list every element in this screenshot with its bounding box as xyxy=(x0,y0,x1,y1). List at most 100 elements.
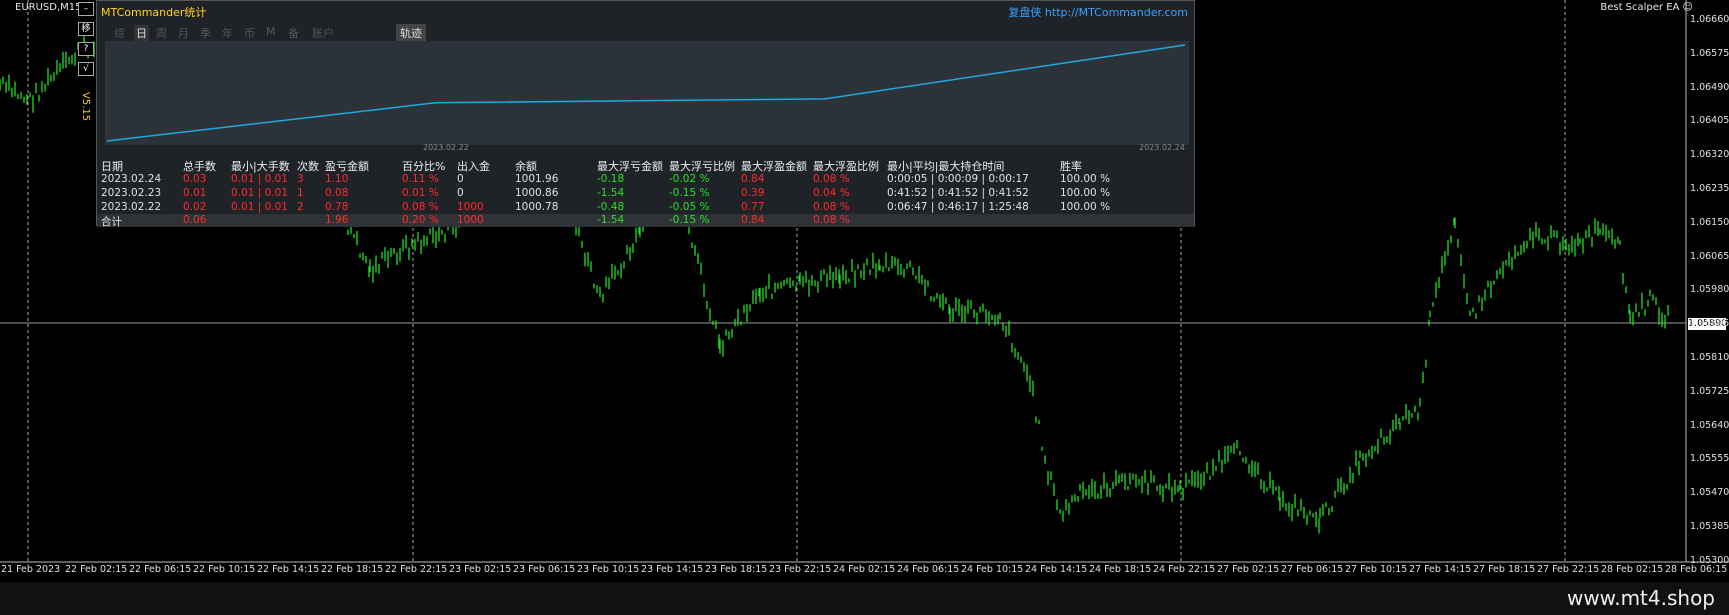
table-cell: 0 xyxy=(457,187,464,199)
price-tick-label: 1.05725 xyxy=(1690,385,1729,397)
table-cell: 2023.02.24 xyxy=(101,173,162,185)
time-tick-label: 24 Feb 10:15 xyxy=(961,564,1024,575)
tab-month[interactable]: 月 xyxy=(178,25,189,41)
table-cell: 100.00 % xyxy=(1060,201,1111,213)
table-row: 2023.02.23 0.01 0.01 | 0.01 1 0.08 0.01 % 0 100… xyxy=(97,187,1194,201)
price-tick-label: 1.05640 xyxy=(1690,419,1729,431)
price-tick-label: 1.05895 xyxy=(1690,318,1729,330)
price-tick-label: 1.06320 xyxy=(1690,149,1729,161)
tab-week[interactable]: 周 xyxy=(156,25,167,41)
time-tick-label: 24 Feb 14:15 xyxy=(1025,564,1088,575)
price-tick-label: 1.05555 xyxy=(1690,453,1729,465)
table-cell: 2023.02.22 xyxy=(101,201,162,213)
time-tick-label: 27 Feb 02:15 xyxy=(1217,564,1280,575)
move-button[interactable]: 移 xyxy=(78,22,94,36)
table-cell: 0:06:47 | 0:46:17 | 1:25:48 xyxy=(887,201,1029,213)
table-cell: 0.08 % xyxy=(813,173,850,185)
equity-line xyxy=(106,44,1186,142)
table-cell: -0.02 % xyxy=(669,173,710,185)
time-tick-label: 21 Feb 2023 xyxy=(1,564,61,575)
table-cell: 100.00 % xyxy=(1060,173,1111,185)
graph-date-start: 2023.02.22 xyxy=(423,143,469,152)
help-button[interactable]: ? xyxy=(78,42,94,56)
table-total-cell: -1.54 xyxy=(597,214,625,226)
time-tick-label: 24 Feb 06:15 xyxy=(897,564,960,575)
time-tick-label: 23 Feb 22:15 xyxy=(769,564,832,575)
time-tick-label: 23 Feb 06:15 xyxy=(513,564,576,575)
time-tick-label: 22 Feb 10:15 xyxy=(193,564,256,575)
table-header-cell: 最大浮亏比例 xyxy=(669,160,735,173)
table-cell: 0.08 % xyxy=(813,201,850,213)
table-header-cell: 总手数 xyxy=(183,160,216,173)
table-cell: 100.00 % xyxy=(1060,187,1111,199)
panel-title: MTCommander统计 xyxy=(101,6,207,19)
table-header-cell: 最大浮盈比例 xyxy=(813,160,879,173)
table-header-cell: 日期 xyxy=(101,160,123,173)
table-cell: 1000.78 xyxy=(515,201,559,213)
table-cell: 0.01 | 0.01 xyxy=(231,187,288,199)
table-cell: 1000 xyxy=(457,201,484,213)
tab-track[interactable]: 轨迹 xyxy=(396,24,426,42)
table-total-cell: 0.06 xyxy=(183,214,207,226)
table-cell: -0.18 xyxy=(597,173,625,185)
table-cell: 0.77 xyxy=(741,201,765,213)
tab-day[interactable]: 日 xyxy=(134,25,149,41)
footer-bar: www.mt4.shop xyxy=(0,582,1729,615)
tab-magic[interactable]: M xyxy=(266,25,276,38)
website-link[interactable]: 复盘侠 http://MTCommander.com xyxy=(1008,4,1188,20)
table-cell: 2 xyxy=(297,201,304,213)
price-tick-label: 1.06150 xyxy=(1690,216,1729,228)
minimize-button[interactable]: – xyxy=(78,2,94,16)
table-cell: 1.10 xyxy=(325,173,349,185)
price-tick-label: 1.06405 xyxy=(1690,115,1729,127)
price-tick-label: 1.06660 xyxy=(1690,14,1729,25)
table-cell: 0.78 xyxy=(325,201,349,213)
time-tick-label: 23 Feb 18:15 xyxy=(705,564,768,575)
time-tick-label: 23 Feb 02:15 xyxy=(449,564,512,575)
table-total-cell: 1000 xyxy=(457,214,484,226)
table-cell: 3 xyxy=(297,173,304,185)
time-tick-label: 27 Feb 10:15 xyxy=(1345,564,1408,575)
table-total-cell: 0.84 xyxy=(741,214,765,226)
time-tick-label: 23 Feb 14:15 xyxy=(641,564,704,575)
check-button[interactable]: √ xyxy=(78,62,94,76)
table-cell: 0.03 xyxy=(183,173,207,185)
table-header-cell: 盈亏金额 xyxy=(325,160,369,173)
stats-panel: MTCommander统计 复盘侠 http://MTCommander.com… xyxy=(96,0,1195,228)
table-cell: 0.39 xyxy=(741,187,765,199)
time-tick-label: 27 Feb 18:15 xyxy=(1473,564,1536,575)
price-tick-label: 1.06235 xyxy=(1690,183,1729,194)
table-header-cell: 最小|平均|最大持仓时间 xyxy=(887,160,1005,173)
price-tick-label: 1.06490 xyxy=(1690,81,1729,93)
table-cell: 1001.96 xyxy=(515,173,559,185)
tab-backup[interactable]: 备 xyxy=(288,25,299,41)
tab-account[interactable]: 账户 xyxy=(312,25,334,41)
table-cell: 1 xyxy=(297,187,304,199)
time-tick-label: 24 Feb 02:15 xyxy=(833,564,896,575)
time-tick-label: 24 Feb 18:15 xyxy=(1089,564,1152,575)
table-cell: 0.01 % xyxy=(402,187,439,199)
table-cell: 2023.02.23 xyxy=(101,187,162,199)
symbol-label: EURUSD,M15 xyxy=(15,2,82,13)
time-tick-label: 23 Feb 10:15 xyxy=(577,564,640,575)
tab-year[interactable]: 年 xyxy=(222,25,233,41)
table-header-cell: 百分比% xyxy=(402,160,446,173)
table-total-cell: -0.15 % xyxy=(669,214,710,226)
price-tick-label: 1.05385 xyxy=(1690,521,1729,532)
table-cell: 0.84 xyxy=(741,173,765,185)
table-cell: 0.08 % xyxy=(402,201,439,213)
table-cell: 0.11 % xyxy=(402,173,439,185)
time-tick-label: 22 Feb 18:15 xyxy=(321,564,384,575)
tab-summary[interactable]: 综 xyxy=(114,25,125,41)
time-tick-label: 22 Feb 02:15 xyxy=(65,564,128,575)
time-tick-label: 27 Feb 14:15 xyxy=(1409,564,1472,575)
table-cell: 0.04 % xyxy=(813,187,850,199)
table-header-cell: 出入金 xyxy=(457,160,490,173)
tab-currency[interactable]: 币 xyxy=(244,25,255,41)
tab-quarter[interactable]: 季 xyxy=(200,25,211,41)
table-cell: 0.08 xyxy=(325,187,349,199)
table-header-cell: 余额 xyxy=(515,160,537,173)
table-row: 2023.02.24 0.03 0.01 | 0.01 3 1.10 0.11 % 0 100… xyxy=(97,173,1194,187)
table-cell: 0 xyxy=(457,173,464,185)
table-cell: -0.15 % xyxy=(669,187,710,199)
